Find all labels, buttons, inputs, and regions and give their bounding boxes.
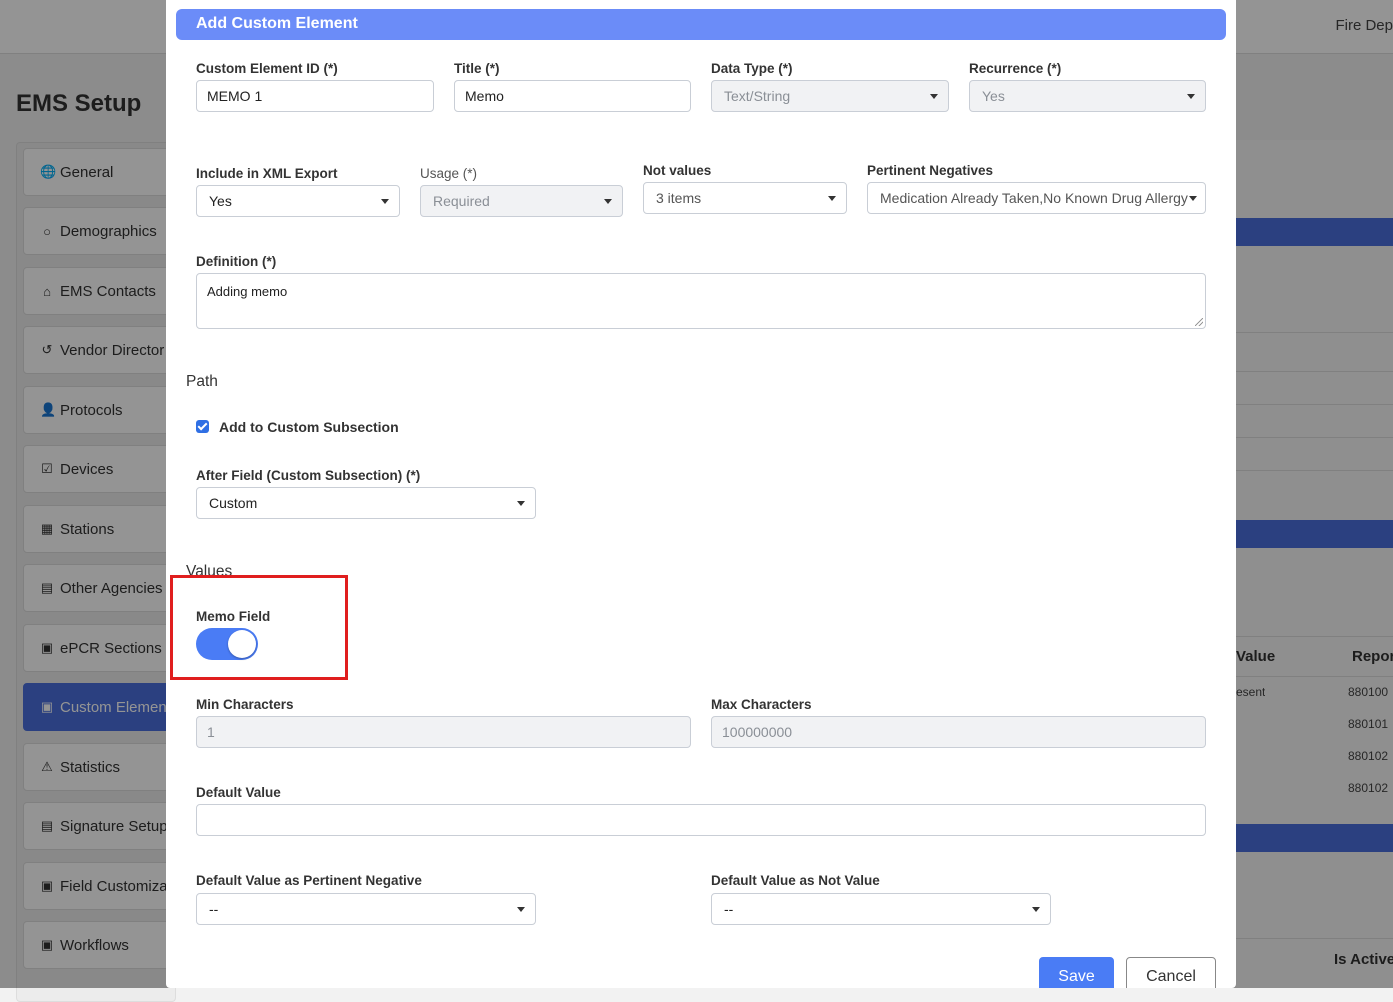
pertinent-negatives-select[interactable]: Medication Already Taken,No Known Drug A…	[867, 182, 1206, 214]
cancel-button[interactable]: Cancel	[1126, 957, 1216, 988]
recurrence-value: Yes	[982, 88, 1005, 104]
definition-value: Adding memo	[207, 284, 288, 299]
default-value-input[interactable]	[196, 804, 1206, 836]
custom-element-id-input[interactable]: MEMO 1	[196, 80, 434, 112]
not-values-value: 3 items	[656, 190, 702, 206]
path-section-title: Path	[186, 373, 218, 390]
chevron-down-icon	[381, 199, 389, 204]
recurrence-label: Recurrence (*)	[969, 61, 1062, 76]
pertinent-negatives-label: Pertinent Negatives	[867, 163, 994, 178]
include-xml-value: Yes	[209, 193, 232, 209]
usage-value: Required	[433, 193, 490, 209]
default-pertinent-negative-select[interactable]: --	[196, 893, 536, 925]
resize-handle-icon[interactable]	[1195, 318, 1203, 326]
include-xml-label: Include in XML Export	[196, 166, 338, 181]
min-characters-input[interactable]: 1	[196, 716, 691, 748]
default-not-value-label: Default Value as Not Value	[711, 873, 880, 888]
default-not-value-select[interactable]: --	[711, 893, 1051, 925]
highlight-annotation-box	[170, 575, 348, 680]
add-custom-element-modal: Add Custom Element Custom Element ID (*)…	[166, 0, 1236, 988]
chevron-down-icon	[1189, 196, 1197, 201]
default-pertinent-negative-value: --	[209, 901, 219, 917]
toggle-knob	[228, 630, 256, 658]
pertinent-negatives-value: Medication Already Taken,No Known Drug A…	[880, 190, 1188, 206]
add-to-custom-subsection-checkbox[interactable]	[196, 420, 209, 433]
after-field-select[interactable]: Custom	[196, 487, 536, 519]
definition-label: Definition (*)	[196, 254, 277, 269]
after-field-label: After Field (Custom Subsection) (*)	[196, 468, 421, 483]
default-pertinent-negative-label: Default Value as Pertinent Negative	[196, 873, 422, 888]
chevron-down-icon	[828, 196, 836, 201]
data-type-value: Text/String	[724, 88, 791, 104]
not-values-label: Not values	[643, 163, 712, 178]
default-value-label: Default Value	[196, 785, 281, 800]
chevron-down-icon	[930, 94, 938, 99]
data-type-label: Data Type (*)	[711, 61, 793, 76]
memo-field-toggle[interactable]	[196, 628, 258, 660]
custom-element-id-label: Custom Element ID (*)	[196, 61, 338, 76]
usage-label: Usage (*)	[420, 166, 478, 181]
chevron-down-icon	[604, 199, 612, 204]
title-input[interactable]: Memo	[454, 80, 691, 112]
definition-textarea[interactable]: Adding memo	[196, 273, 1206, 329]
data-type-select[interactable]: Text/String	[711, 80, 949, 112]
max-characters-label: Max Characters	[711, 697, 812, 712]
recurrence-select[interactable]: Yes	[969, 80, 1206, 112]
chevron-down-icon	[1187, 94, 1195, 99]
title-label: Title (*)	[454, 61, 500, 76]
add-to-custom-subsection-label[interactable]: Add to Custom Subsection	[219, 419, 399, 435]
memo-field-label: Memo Field	[196, 609, 271, 624]
include-xml-select[interactable]: Yes	[196, 185, 400, 217]
after-field-value: Custom	[209, 495, 258, 511]
chevron-down-icon	[517, 907, 525, 912]
min-characters-label: Min Characters	[196, 697, 294, 712]
save-button[interactable]: Save	[1039, 957, 1114, 988]
not-values-select[interactable]: 3 items	[643, 182, 847, 214]
usage-select[interactable]: Required	[420, 185, 623, 217]
modal-title: Add Custom Element	[176, 9, 1226, 40]
chevron-down-icon	[1032, 907, 1040, 912]
max-characters-input[interactable]: 100000000	[711, 716, 1206, 748]
chevron-down-icon	[517, 501, 525, 506]
default-not-value-value: --	[724, 901, 734, 917]
